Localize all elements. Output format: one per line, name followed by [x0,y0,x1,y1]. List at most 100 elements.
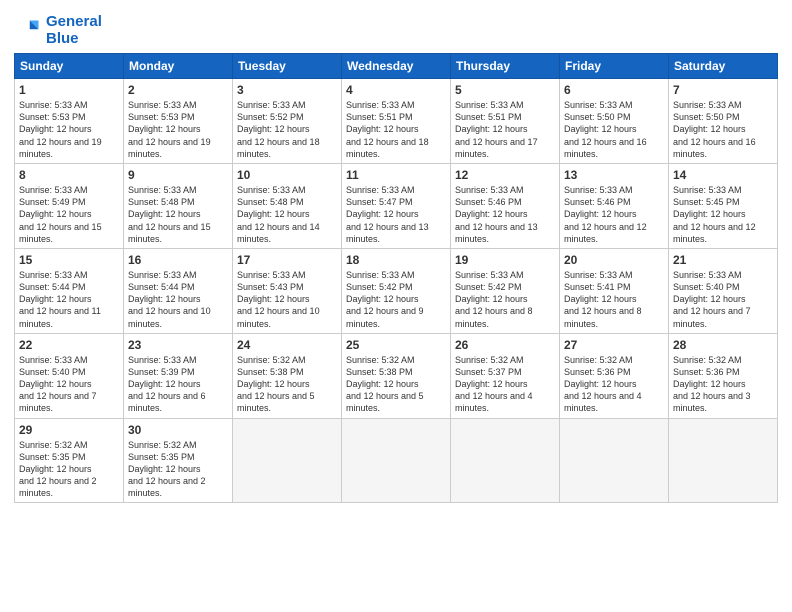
cell-info: Sunrise: 5:33 AM [19,269,119,281]
cell-info: Sunrise: 5:33 AM [237,184,337,196]
cell-info: Sunset: 5:38 PM [237,366,337,378]
cell-info: Daylight: 12 hours [564,293,664,305]
cell-info: Sunrise: 5:33 AM [19,184,119,196]
cell-info: Daylight: 12 hours [128,378,228,390]
day-number: 16 [128,252,228,268]
day-number: 5 [455,82,555,98]
cell-info: and 12 hours and 13 minutes. [346,221,446,245]
calendar-week-row: 15Sunrise: 5:33 AMSunset: 5:44 PMDayligh… [15,248,778,333]
table-row: 4Sunrise: 5:33 AMSunset: 5:51 PMDaylight… [342,79,451,164]
table-row: 5Sunrise: 5:33 AMSunset: 5:51 PMDaylight… [451,79,560,164]
header-monday: Monday [124,54,233,79]
cell-info: and 12 hours and 2 minutes. [128,475,228,499]
cell-info: Sunset: 5:52 PM [237,111,337,123]
main-container: General Blue Sunday Monday Tuesday Wedne… [0,0,792,513]
header-wednesday: Wednesday [342,54,451,79]
cell-info: and 12 hours and 18 minutes. [346,136,446,160]
calendar-table: Sunday Monday Tuesday Wednesday Thursday… [14,53,778,503]
cell-info: and 12 hours and 5 minutes. [237,390,337,414]
cell-info: and 12 hours and 19 minutes. [19,136,119,160]
table-row [560,418,669,503]
cell-info: Sunset: 5:48 PM [128,196,228,208]
cell-info: Sunset: 5:46 PM [455,196,555,208]
table-row: 21Sunrise: 5:33 AMSunset: 5:40 PMDayligh… [669,248,778,333]
cell-info: and 12 hours and 4 minutes. [455,390,555,414]
cell-info: and 12 hours and 8 minutes. [455,305,555,329]
cell-info: and 12 hours and 18 minutes. [237,136,337,160]
cell-info: and 12 hours and 15 minutes. [19,221,119,245]
table-row: 1Sunrise: 5:33 AMSunset: 5:53 PMDaylight… [15,79,124,164]
table-row: 16Sunrise: 5:33 AMSunset: 5:44 PMDayligh… [124,248,233,333]
cell-info: Sunrise: 5:33 AM [346,269,446,281]
table-row: 27Sunrise: 5:32 AMSunset: 5:36 PMDayligh… [560,333,669,418]
table-row: 17Sunrise: 5:33 AMSunset: 5:43 PMDayligh… [233,248,342,333]
cell-info: Daylight: 12 hours [673,293,773,305]
cell-info: and 12 hours and 12 minutes. [673,221,773,245]
cell-info: and 12 hours and 17 minutes. [455,136,555,160]
cell-info: Sunset: 5:43 PM [237,281,337,293]
cell-info: Sunrise: 5:33 AM [673,99,773,111]
day-number: 12 [455,167,555,183]
day-number: 9 [128,167,228,183]
cell-info: Daylight: 12 hours [19,378,119,390]
header-row-days: Sunday Monday Tuesday Wednesday Thursday… [15,54,778,79]
cell-info: Sunrise: 5:33 AM [564,99,664,111]
day-number: 23 [128,337,228,353]
calendar-week-row: 29Sunrise: 5:32 AMSunset: 5:35 PMDayligh… [15,418,778,503]
cell-info: Sunset: 5:51 PM [346,111,446,123]
day-number: 19 [455,252,555,268]
header-thursday: Thursday [451,54,560,79]
cell-info: Daylight: 12 hours [564,208,664,220]
table-row: 26Sunrise: 5:32 AMSunset: 5:37 PMDayligh… [451,333,560,418]
cell-info: Daylight: 12 hours [19,123,119,135]
cell-info: Sunrise: 5:32 AM [128,439,228,451]
table-row: 2Sunrise: 5:33 AMSunset: 5:53 PMDaylight… [124,79,233,164]
day-number: 15 [19,252,119,268]
day-number: 28 [673,337,773,353]
cell-info: Daylight: 12 hours [128,123,228,135]
cell-info: and 12 hours and 2 minutes. [19,475,119,499]
cell-info: and 12 hours and 5 minutes. [346,390,446,414]
cell-info: and 12 hours and 13 minutes. [455,221,555,245]
cell-info: Sunset: 5:53 PM [19,111,119,123]
table-row: 24Sunrise: 5:32 AMSunset: 5:38 PMDayligh… [233,333,342,418]
cell-info: Daylight: 12 hours [673,123,773,135]
cell-info: Sunset: 5:42 PM [455,281,555,293]
day-number: 4 [346,82,446,98]
cell-info: Sunrise: 5:33 AM [128,269,228,281]
day-number: 14 [673,167,773,183]
table-row: 29Sunrise: 5:32 AMSunset: 5:35 PMDayligh… [15,418,124,503]
cell-info: Sunrise: 5:33 AM [455,184,555,196]
day-number: 10 [237,167,337,183]
cell-info: Daylight: 12 hours [346,123,446,135]
cell-info: Sunrise: 5:33 AM [673,184,773,196]
header-friday: Friday [560,54,669,79]
cell-info: Daylight: 12 hours [564,378,664,390]
cell-info: Sunset: 5:50 PM [564,111,664,123]
cell-info: Sunrise: 5:32 AM [673,354,773,366]
cell-info: Daylight: 12 hours [346,293,446,305]
day-number: 24 [237,337,337,353]
cell-info: Sunset: 5:36 PM [564,366,664,378]
table-row [669,418,778,503]
cell-info: Sunset: 5:35 PM [128,451,228,463]
table-row: 25Sunrise: 5:32 AMSunset: 5:38 PMDayligh… [342,333,451,418]
table-row: 15Sunrise: 5:33 AMSunset: 5:44 PMDayligh… [15,248,124,333]
day-number: 22 [19,337,119,353]
cell-info: Sunset: 5:48 PM [237,196,337,208]
table-row: 18Sunrise: 5:33 AMSunset: 5:42 PMDayligh… [342,248,451,333]
cell-info: Sunrise: 5:33 AM [673,269,773,281]
cell-info: Daylight: 12 hours [673,378,773,390]
cell-info: and 12 hours and 7 minutes. [19,390,119,414]
cell-info: and 12 hours and 14 minutes. [237,221,337,245]
calendar-week-row: 22Sunrise: 5:33 AMSunset: 5:40 PMDayligh… [15,333,778,418]
table-row: 9Sunrise: 5:33 AMSunset: 5:48 PMDaylight… [124,163,233,248]
day-number: 27 [564,337,664,353]
cell-info: and 12 hours and 6 minutes. [128,390,228,414]
logo-blue: Blue [46,30,79,47]
cell-info: Sunrise: 5:32 AM [564,354,664,366]
day-number: 25 [346,337,446,353]
cell-info: Sunrise: 5:33 AM [128,354,228,366]
cell-info: Daylight: 12 hours [237,378,337,390]
cell-info: Daylight: 12 hours [346,208,446,220]
